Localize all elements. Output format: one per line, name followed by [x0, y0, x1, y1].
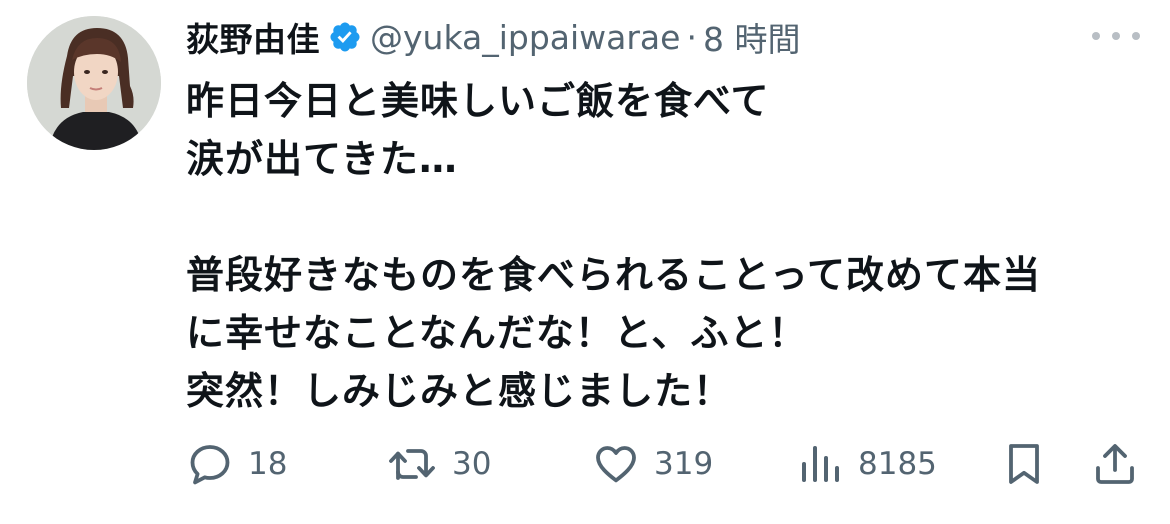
tweet-text: 昨日今日と美味しいご飯を食べて 涙が出てきた… 普段好きなものを食べられることっ…: [186, 72, 1136, 420]
separator-dot: ·: [686, 17, 697, 57]
share-button[interactable]: [1092, 438, 1138, 490]
action-bar: 18 30 319 8185: [186, 438, 1136, 490]
tweet-text-line: に幸せなことなんだな！と、ふと！: [186, 311, 808, 355]
reply-button[interactable]: 18: [186, 438, 287, 490]
handle[interactable]: @yuka_ippaiwarae: [370, 18, 680, 57]
like-button[interactable]: 319: [592, 438, 713, 490]
timestamp[interactable]: 8 時間: [703, 13, 801, 61]
tweet-text-line: [186, 188, 1136, 246]
more-horizontal-icon[interactable]: [1092, 26, 1140, 46]
views-icon: [798, 440, 844, 488]
more-dot: [1112, 32, 1120, 40]
like-count: 319: [654, 446, 714, 482]
reply-icon: [186, 440, 234, 488]
retweet-count: 30: [452, 446, 492, 482]
display-name[interactable]: 荻野由佳: [186, 13, 320, 61]
views-count: 8185: [858, 446, 937, 482]
share-icon: [1092, 440, 1138, 488]
retweet-icon: [386, 440, 438, 488]
avatar[interactable]: [27, 16, 161, 150]
heart-icon: [592, 440, 640, 488]
tweet-text-line: 涙が出てきた…: [186, 137, 458, 181]
retweet-button[interactable]: 30: [386, 438, 491, 490]
tweet-text-line: 普段好きなものを食べられることって改めて本当: [186, 253, 1041, 297]
tweet-text-line: 突然！しみじみと感じました！: [186, 369, 733, 413]
tweet-text-line: 昨日今日と美味しいご飯を食べて: [186, 79, 770, 123]
reply-count: 18: [248, 446, 288, 482]
tweet-header: 荻野由佳 @yuka_ippaiwarae · 8 時間: [186, 12, 800, 62]
verified-badge-icon: [328, 20, 362, 54]
more-dot: [1092, 32, 1100, 40]
views-button[interactable]: 8185: [798, 438, 937, 490]
bookmark-button[interactable]: [1002, 438, 1046, 490]
tweet[interactable]: 荻野由佳 @yuka_ippaiwarae · 8 時間 昨日今日と美味しいご飯…: [0, 0, 1170, 524]
bookmark-icon: [1002, 440, 1046, 488]
more-dot: [1132, 32, 1140, 40]
avatar-photo: [27, 16, 161, 150]
